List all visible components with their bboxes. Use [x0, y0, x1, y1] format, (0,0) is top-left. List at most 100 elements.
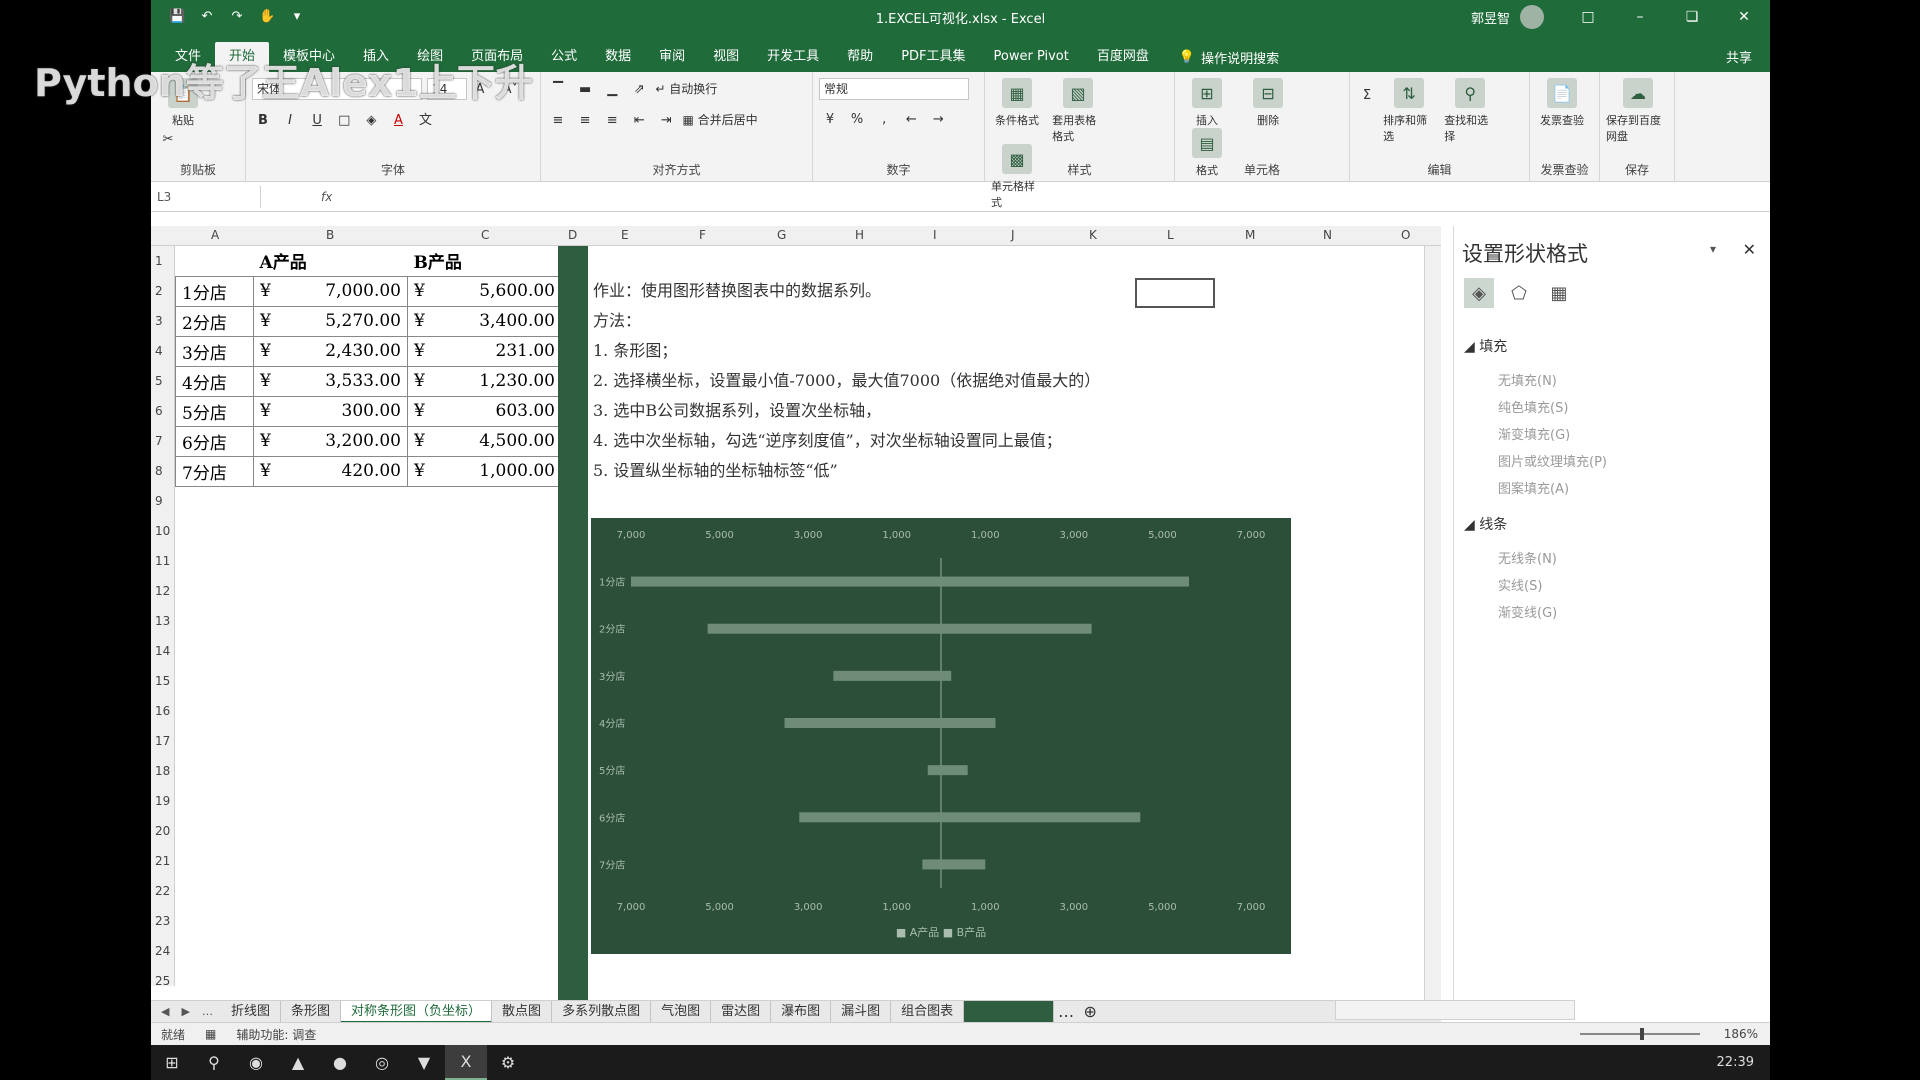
align-bottom-icon[interactable]: ▁ [601, 79, 623, 101]
search-icon[interactable]: ⚲ [193, 1045, 235, 1080]
fill-option[interactable]: 纯色填充(S) [1498, 397, 1568, 416]
amount-cell-b[interactable]: ¥231.00 [407, 335, 562, 367]
tab-review[interactable]: 审阅 [645, 42, 699, 72]
tab-pdf-tools[interactable]: PDF工具集 [887, 42, 979, 72]
name-box[interactable]: L3 [151, 185, 261, 208]
sheet-tab[interactable]: 组合图表 [891, 1000, 965, 1023]
store-name-cell[interactable]: 5分店 [175, 395, 254, 427]
tab-baidu-netdisk[interactable]: 百度网盘 [1083, 42, 1163, 72]
increase-decimal-icon[interactable]: ← [900, 109, 922, 131]
increase-indent-icon[interactable]: ⇥ [655, 110, 677, 132]
row-header[interactable]: 17 [155, 734, 170, 748]
zoom-slider[interactable] [1580, 1028, 1700, 1040]
line-option[interactable]: 渐变线(G) [1498, 602, 1557, 621]
row-header[interactable]: 5 [155, 374, 163, 388]
tab-view[interactable]: 视图 [699, 42, 753, 72]
percent-icon[interactable]: % [846, 109, 868, 131]
column-header[interactable]: I [933, 228, 937, 242]
conditional-format-button[interactable]: ▦ 条件格式 [991, 78, 1043, 128]
accessibility-status[interactable]: 辅助功能: 调查 [236, 1026, 316, 1043]
row-header[interactable]: 16 [155, 704, 170, 718]
fill-option[interactable]: 图案填充(A) [1498, 478, 1569, 497]
excel-icon[interactable]: X [445, 1045, 487, 1080]
clock[interactable]: 22:39 [1717, 1055, 1754, 1070]
windows-start-icon[interactable]: ⊞ [151, 1045, 193, 1080]
row-header[interactable]: 24 [155, 944, 170, 958]
invoice-check-button[interactable]: 📄 发票查验 [1536, 78, 1588, 128]
tab-data[interactable]: 数据 [591, 42, 645, 72]
browser-icon[interactable]: ◉ [235, 1045, 277, 1080]
sheet-tab[interactable]: 漏斗图 [831, 1000, 892, 1023]
row-header[interactable]: 6 [155, 404, 163, 418]
user-account[interactable]: 郭昱智 [1471, 5, 1544, 29]
share-button[interactable]: 共享 [1726, 47, 1752, 66]
row-header[interactable]: 10 [155, 524, 170, 538]
minimize-button[interactable]: – [1614, 9, 1666, 25]
line-section-header[interactable]: ◢ 线条 [1464, 514, 1507, 534]
sheet-tab[interactable]: 散点图 [492, 1000, 553, 1023]
phonetic-icon[interactable]: 文 [415, 110, 437, 132]
row-header[interactable]: 25 [155, 974, 170, 988]
horizontal-scrollbar[interactable] [1335, 1000, 1575, 1020]
fill-line-icon[interactable]: ◈ [1464, 278, 1494, 308]
row-header[interactable]: 11 [155, 554, 170, 568]
sheet-tab[interactable]: 折线图 [221, 1000, 282, 1023]
app-icon[interactable]: ▲ [277, 1045, 319, 1080]
row-header[interactable]: 13 [155, 614, 170, 628]
align-middle-icon[interactable]: ▬ [574, 79, 596, 101]
amount-cell-a[interactable]: ¥2,430.00 [253, 335, 408, 367]
column-header[interactable]: A [211, 228, 219, 242]
store-name-cell[interactable]: 2分店 [175, 305, 254, 337]
currency-icon[interactable]: ¥ [819, 109, 841, 131]
row-header[interactable]: 21 [155, 854, 170, 868]
row-header[interactable]: 8 [155, 464, 163, 478]
store-name-cell[interactable]: 7分店 [175, 455, 254, 487]
fill-option[interactable]: 图片或纹理填充(P) [1498, 451, 1607, 470]
cell-range[interactable]: A产品 B产品 1分店 ¥7,000.00 ¥5,600.00 2分店 ¥5,270.0… [175, 246, 562, 487]
macro-icon[interactable]: ▦ [205, 1027, 216, 1041]
effects-icon[interactable]: ⬠ [1504, 278, 1534, 308]
more-tabs-icon[interactable]: … [1054, 1002, 1078, 1021]
store-name-cell[interactable]: 4分店 [175, 365, 254, 397]
sheet-tab[interactable]: 雷达图 [711, 1000, 772, 1023]
sheet-tab-hidden-name[interactable]: • [964, 1000, 1055, 1023]
zoom-thumb[interactable] [1640, 1028, 1644, 1040]
column-header[interactable]: N [1323, 228, 1332, 242]
align-left-icon[interactable]: ≡ [547, 110, 569, 132]
add-sheet-icon[interactable]: ⊕ [1078, 1002, 1102, 1021]
amount-cell-a[interactable]: ¥420.00 [253, 455, 408, 487]
chrome-icon[interactable]: ◎ [361, 1045, 403, 1080]
zoom-level[interactable]: 186% [1724, 1027, 1758, 1041]
line-option[interactable]: 实线(S) [1498, 575, 1542, 594]
tab-power-pivot[interactable]: Power Pivot [980, 42, 1083, 72]
column-header[interactable]: D [568, 228, 577, 242]
orientation-icon[interactable]: ⇗ [628, 79, 650, 101]
more-sheets-icon[interactable]: … [202, 1005, 213, 1018]
pane-options-icon[interactable]: ▾ [1710, 242, 1716, 256]
line-option[interactable]: 无线条(N) [1498, 548, 1557, 567]
fill-option[interactable]: 无填充(N) [1498, 370, 1557, 389]
restore-button[interactable]: ❏ [1666, 9, 1718, 25]
row-header[interactable]: 9 [155, 494, 163, 508]
row-header[interactable]: 23 [155, 914, 170, 928]
store-name-cell[interactable]: 6分店 [175, 425, 254, 457]
size-properties-icon[interactable]: ▦ [1544, 278, 1574, 308]
column-header[interactable]: L [1167, 228, 1174, 242]
decrease-indent-icon[interactable]: ⇤ [628, 110, 650, 132]
row-header[interactable]: 19 [155, 794, 170, 808]
number-format-select[interactable]: 常规 [819, 78, 969, 100]
store-name-cell[interactable]: 1分店 [175, 275, 254, 307]
undo-icon[interactable]: ↶ [199, 9, 215, 25]
amount-cell-b[interactable]: ¥603.00 [407, 395, 562, 427]
amount-cell-a[interactable]: ¥3,533.00 [253, 365, 408, 397]
close-icon[interactable]: ✕ [1743, 240, 1756, 259]
row-header[interactable]: 15 [155, 674, 170, 688]
tab-help[interactable]: 帮助 [833, 42, 887, 72]
column-header[interactable]: J [1011, 228, 1015, 242]
amount-cell-a[interactable]: ¥5,270.00 [253, 305, 408, 337]
row-header[interactable]: 18 [155, 764, 170, 778]
amount-cell-b[interactable]: ¥1,230.00 [407, 365, 562, 397]
row-header[interactable]: 4 [155, 344, 163, 358]
sheet-tab-active[interactable]: 对称条形图（负坐标） [341, 1000, 493, 1023]
touch-mode-icon[interactable]: ✋ [259, 9, 275, 25]
